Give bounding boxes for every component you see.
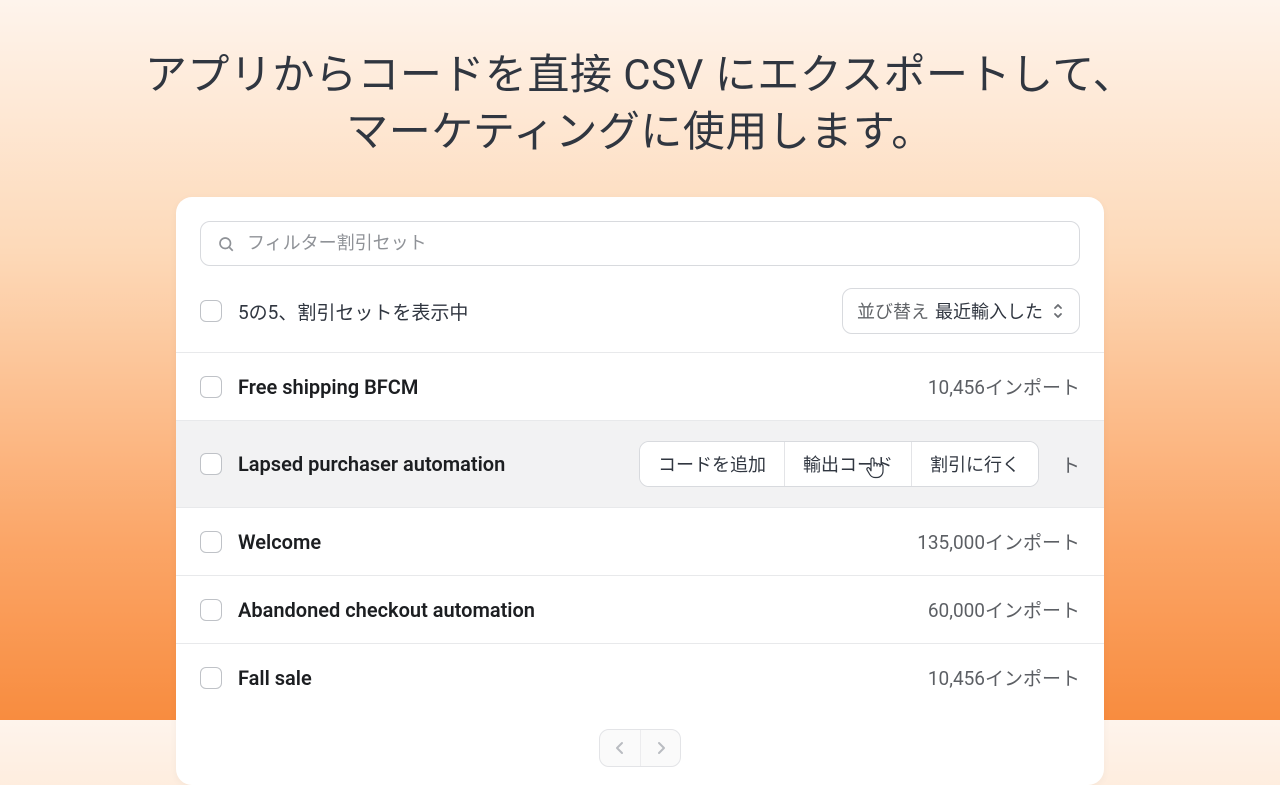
export-codes-button[interactable]: 輸出コード (784, 442, 911, 486)
row-count: 135,000インポート (917, 528, 1080, 555)
go-to-discount-button[interactable]: 割引に行く (911, 442, 1038, 486)
discount-rows: Free shipping BFCM 10,456インポート Lapsed pu… (176, 352, 1104, 711)
table-row[interactable]: Free shipping BFCM 10,456インポート (176, 352, 1104, 420)
table-row[interactable]: Fall sale 10,456インポート (176, 643, 1104, 711)
chevron-right-icon (655, 741, 667, 755)
row-count: 60,000インポート (928, 596, 1080, 623)
row-count: 10,456インポート (928, 664, 1080, 691)
row-checkbox[interactable] (200, 599, 222, 621)
row-count: 10,456インポート (928, 373, 1080, 400)
row-title: Abandoned checkout automation (238, 598, 912, 622)
sort-value: 最近輸入した (935, 298, 1043, 324)
row-title: Fall sale (238, 666, 912, 690)
add-codes-button[interactable]: コードを追加 (640, 442, 784, 486)
discount-sets-card: 5の5、割引セットを表示中 並び替え 最近輸入した Free shipping … (176, 197, 1104, 785)
row-action-group: コードを追加 輸出コード 割引に行く (639, 441, 1039, 487)
table-row[interactable]: Welcome 135,000インポート (176, 507, 1104, 575)
row-title: Lapsed purchaser automation (238, 452, 623, 476)
search-box[interactable] (200, 221, 1080, 266)
row-checkbox[interactable] (200, 667, 222, 689)
row-checkbox[interactable] (200, 376, 222, 398)
list-header: 5の5、割引セットを表示中 並び替え 最近輸入した (176, 282, 1104, 352)
prev-page-button[interactable] (600, 730, 640, 766)
table-row[interactable]: Abandoned checkout automation 60,000インポー… (176, 575, 1104, 643)
row-checkbox[interactable] (200, 453, 222, 475)
sort-label: 並び替え (857, 298, 929, 324)
search-icon (217, 235, 235, 253)
page-headline: アプリからコードを直接 CSV にエクスポートして、マーケティングに使用します。 (0, 0, 1280, 161)
chevron-up-down-icon (1051, 303, 1065, 319)
showing-count: 5の5、割引セットを表示中 (238, 298, 826, 325)
row-title: Welcome (238, 530, 901, 554)
search-input[interactable] (247, 233, 1063, 254)
table-row[interactable]: Lapsed purchaser automation コードを追加 輸出コード… (176, 420, 1104, 507)
row-checkbox[interactable] (200, 531, 222, 553)
select-all-checkbox[interactable] (200, 300, 222, 322)
next-page-button[interactable] (640, 730, 680, 766)
sort-button[interactable]: 並び替え 最近輸入した (842, 288, 1080, 334)
row-count-truncated: ト (1061, 451, 1080, 478)
chevron-left-icon (614, 741, 626, 755)
pagination (599, 729, 681, 767)
row-title: Free shipping BFCM (238, 375, 912, 399)
